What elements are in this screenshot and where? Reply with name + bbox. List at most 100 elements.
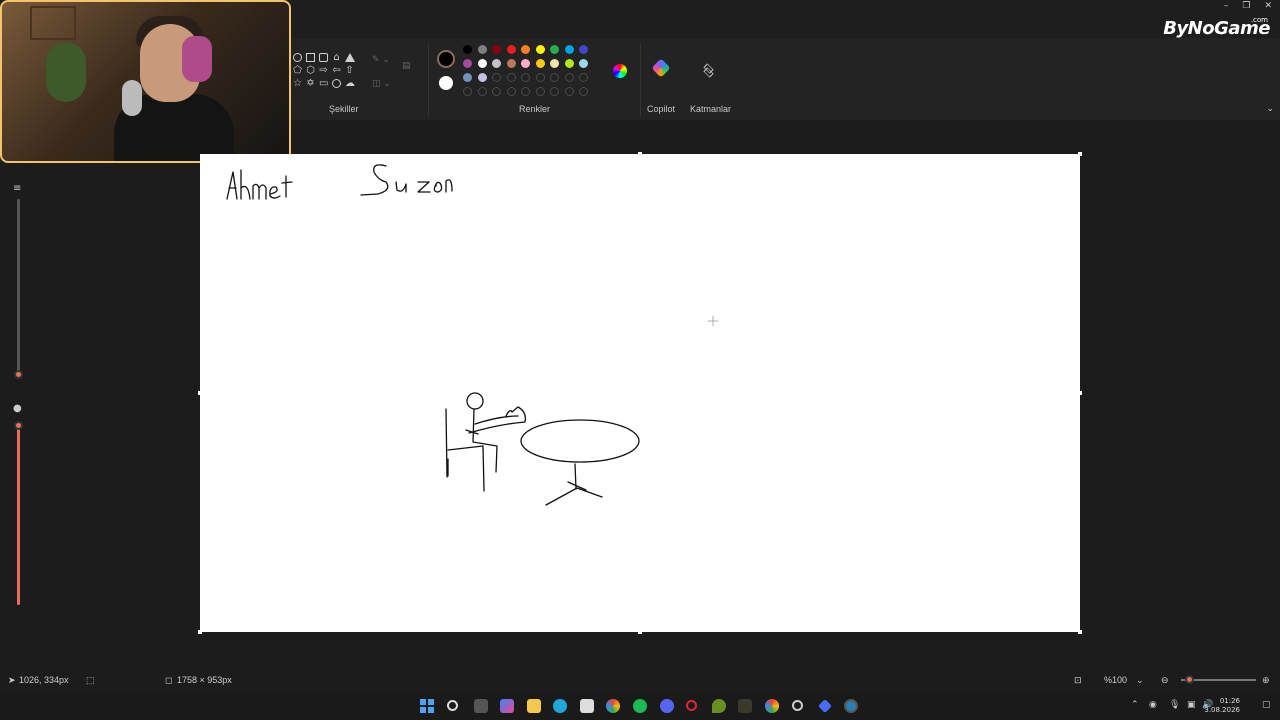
display-icon[interactable]: ▣ xyxy=(1187,700,1196,710)
color-swatch[interactable] xyxy=(579,59,588,68)
custom-color-slot[interactable] xyxy=(477,87,487,96)
color-swatch[interactable] xyxy=(477,45,487,54)
color-swatch[interactable] xyxy=(463,73,472,82)
chevron-down-icon[interactable]: ⌄ xyxy=(1266,104,1274,114)
copilot-label[interactable]: Copilot xyxy=(647,104,675,114)
callout-rect-shape-icon[interactable]: ▭ xyxy=(319,79,328,89)
copilot-taskbar-icon[interactable] xyxy=(500,699,514,713)
pentagon-shape-icon[interactable]: ⬠ xyxy=(293,66,302,76)
color-swatch[interactable] xyxy=(463,45,472,54)
cloud-shape-icon[interactable]: ☁ xyxy=(345,79,355,89)
zoom-slider-thumb[interactable] xyxy=(1185,675,1194,684)
settings-icon[interactable] xyxy=(792,700,803,711)
opera-icon[interactable] xyxy=(686,700,697,711)
resize-handle-top[interactable] xyxy=(638,152,642,156)
color-swatch[interactable] xyxy=(564,45,574,54)
secondary-color-swatch[interactable] xyxy=(439,76,453,90)
opacity-slider[interactable] xyxy=(17,425,20,605)
custom-color-slot[interactable] xyxy=(492,87,501,96)
opacity-slider-thumb[interactable] xyxy=(14,421,23,430)
fit-screen-icon[interactable]: ⊡ xyxy=(1074,675,1082,686)
minimize-icon[interactable]: – xyxy=(1224,0,1229,12)
rounded-rectangle-shape-icon[interactable] xyxy=(319,53,328,62)
app-icon[interactable] xyxy=(738,699,752,713)
color-swatch[interactable] xyxy=(492,45,501,54)
zoom-in-icon[interactable]: ⊕ xyxy=(1262,675,1270,686)
drawing-canvas[interactable] xyxy=(200,154,1080,632)
rectangle-shape-icon[interactable] xyxy=(306,53,315,62)
task-view-icon[interactable] xyxy=(474,699,488,713)
size-slider[interactable] xyxy=(17,199,20,375)
custom-color-slot[interactable] xyxy=(506,73,516,82)
custom-color-slot[interactable] xyxy=(521,73,530,82)
edge-icon[interactable] xyxy=(553,699,567,713)
color-swatch[interactable] xyxy=(506,45,516,54)
color-swatch[interactable] xyxy=(521,59,530,68)
color-swatch[interactable] xyxy=(477,59,487,68)
search-icon[interactable] xyxy=(447,700,458,711)
triangle-shape-icon[interactable] xyxy=(345,53,355,62)
zoom-select[interactable]: %100 xyxy=(1104,675,1127,685)
outline-icon[interactable]: ✎ ⌄ xyxy=(372,55,390,65)
layers-icon[interactable] xyxy=(703,63,715,78)
fill-icon[interactable]: ▤ xyxy=(402,61,411,71)
callout-oval-shape-icon[interactable] xyxy=(332,79,341,88)
clock[interactable]: 01:26 3.08.2026 xyxy=(1204,697,1240,715)
star6-shape-icon[interactable]: ✡ xyxy=(306,79,315,89)
arrow-right-shape-icon[interactable]: ⇨ xyxy=(319,66,328,76)
layers-label[interactable]: Katmanlar xyxy=(690,104,731,114)
store-icon[interactable] xyxy=(580,699,594,713)
hexagon-shape-icon[interactable]: ⬡ xyxy=(306,66,315,76)
color-swatch[interactable] xyxy=(550,45,559,54)
custom-color-slot[interactable] xyxy=(506,87,516,96)
brush-size-icon[interactable]: ◫ ⌄ xyxy=(372,79,391,89)
custom-color-slot[interactable] xyxy=(463,87,472,96)
color-swatch[interactable] xyxy=(477,73,487,82)
polygon-shape-icon[interactable]: ⌂ xyxy=(332,53,341,63)
color-swatch[interactable] xyxy=(564,59,574,68)
resize-handle-right[interactable] xyxy=(1078,391,1082,395)
custom-color-slot[interactable] xyxy=(579,73,588,82)
chrome-icon[interactable] xyxy=(606,699,620,713)
tray-app-icon[interactable]: ◉ xyxy=(1149,700,1157,710)
maps-icon[interactable] xyxy=(712,699,726,713)
paint-icon[interactable] xyxy=(844,699,858,713)
resize-handle-bottom-left[interactable] xyxy=(198,630,202,634)
arrow-left-shape-icon[interactable]: ⇦ xyxy=(332,66,341,76)
discord-icon[interactable] xyxy=(660,699,674,713)
star-shape-icon[interactable]: ☆ xyxy=(293,79,302,89)
custom-color-slot[interactable] xyxy=(564,73,574,82)
custom-color-slot[interactable] xyxy=(492,73,501,82)
custom-color-slot[interactable] xyxy=(535,73,545,82)
resize-handle-bottom-right[interactable] xyxy=(1078,630,1082,634)
custom-color-slot[interactable] xyxy=(564,87,574,96)
color-picker-icon[interactable] xyxy=(613,64,627,78)
color-swatch[interactable] xyxy=(506,59,516,68)
file-explorer-icon[interactable] xyxy=(527,699,541,713)
chevron-up-icon[interactable]: ⌃ xyxy=(1131,700,1139,710)
restore-icon[interactable]: ❐ xyxy=(1242,0,1250,12)
spotify-icon[interactable] xyxy=(633,699,647,713)
resize-handle-bottom[interactable] xyxy=(638,630,642,634)
oval-shape-icon[interactable] xyxy=(293,53,302,62)
custom-color-slot[interactable] xyxy=(535,87,545,96)
color-swatch[interactable] xyxy=(535,59,545,68)
color-swatch[interactable] xyxy=(463,59,472,68)
chevron-down-icon[interactable]: ⌄ xyxy=(1136,675,1144,686)
chrome-profile-icon[interactable] xyxy=(765,699,779,713)
current-color-swatch[interactable] xyxy=(437,50,455,68)
resize-handle-top-right[interactable] xyxy=(1078,152,1082,156)
close-icon[interactable]: ✕ xyxy=(1264,0,1272,12)
custom-color-slot[interactable] xyxy=(579,87,588,96)
zoom-out-icon[interactable]: ⊖ xyxy=(1161,675,1169,686)
color-swatch[interactable] xyxy=(521,45,530,54)
size-slider-thumb[interactable] xyxy=(14,370,23,379)
color-swatch[interactable] xyxy=(535,45,545,54)
custom-color-slot[interactable] xyxy=(521,87,530,96)
custom-color-slot[interactable] xyxy=(550,73,559,82)
custom-color-slot[interactable] xyxy=(550,87,559,96)
copilot-icon[interactable] xyxy=(651,58,671,78)
microphone-icon[interactable]: 🎙 xyxy=(1169,700,1180,710)
color-swatch[interactable] xyxy=(550,59,559,68)
arrow-up-shape-icon[interactable]: ⇧ xyxy=(345,66,354,76)
